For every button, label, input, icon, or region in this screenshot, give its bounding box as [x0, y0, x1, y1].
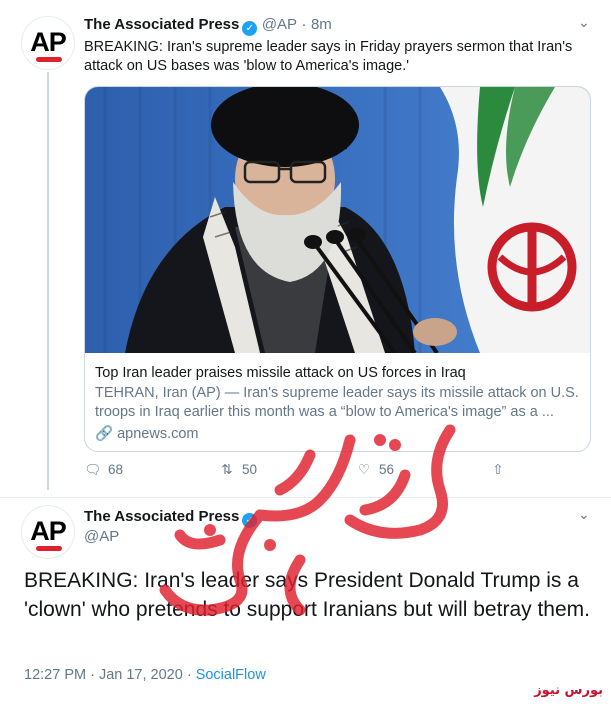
like-button[interactable]: ♡ 56 [355, 462, 394, 478]
thread-line [47, 72, 49, 490]
tweet-meta: 12:27 PM · Jan 17, 2020 · SocialFlow [24, 667, 266, 683]
card-title: Top Iran leader praises missile attack o… [95, 365, 466, 381]
avatar-logo-text: AP [30, 516, 67, 546]
chevron-down-icon[interactable]: ⌄ [578, 506, 590, 523]
retweet-icon: ⇅ [221, 462, 233, 477]
tweet-2-header: The Associated Press ✓ [84, 508, 258, 528]
tweet-1: AP The Associated Press ✓ @AP · 8m ⌄ BREA… [0, 0, 611, 500]
author-handle[interactable]: @AP [262, 16, 297, 33]
link-card[interactable]: Top Iran leader praises missile attack o… [84, 86, 591, 452]
avatar[interactable]: AP [21, 16, 75, 70]
card-domain: 🔗 apnews.com [95, 425, 199, 442]
tweet-source[interactable]: SocialFlow [196, 667, 266, 683]
avatar-logo-bar [36, 57, 62, 62]
verified-badge-icon: ✓ [242, 21, 258, 36]
tweet-2-text: BREAKING: Iran's leader says President D… [24, 569, 590, 621]
chevron-down-icon[interactable]: ⌄ [578, 14, 590, 31]
avatar[interactable]: AP [21, 505, 75, 559]
tweet-1-text: BREAKING: Iran's supreme leader says in … [84, 39, 573, 74]
tweet-1-header: The Associated Press ✓ @AP · 8m [84, 16, 332, 36]
verified-badge-icon: ✓ [242, 513, 258, 528]
dot-separator: · [301, 16, 307, 33]
tweet-divider [0, 497, 611, 498]
retweet-count: 50 [242, 462, 258, 477]
author-name[interactable]: The Associated Press [84, 16, 239, 33]
like-count: 56 [379, 462, 395, 477]
reply-button[interactable]: 🗨 68 [84, 462, 123, 478]
like-icon: ♡ [357, 462, 371, 477]
tweet-timestamp[interactable]: 12:27 PM · Jan 17, 2020 · [24, 667, 196, 683]
reply-icon: 🗨 [84, 462, 102, 477]
avatar-logo-bar [36, 546, 62, 551]
reply-count: 68 [108, 462, 124, 477]
share-button[interactable]: ⇧ [489, 462, 513, 478]
author-handle[interactable]: @AP [84, 528, 119, 545]
retweet-button[interactable]: ⇅ 50 [218, 462, 257, 478]
watermark-corner-text: بورس نیوز [534, 683, 603, 698]
card-description: TEHRAN, Iran (AP) — Iran's supreme leade… [95, 385, 579, 420]
card-domain-text: apnews.com [117, 426, 199, 442]
share-icon: ⇧ [492, 462, 504, 477]
tweet-actions: 🗨 68 ⇅ 50 ♡ 56 ⇧ [0, 462, 611, 484]
card-photo [85, 87, 590, 353]
author-name[interactable]: The Associated Press [84, 508, 239, 525]
link-icon: 🔗 [95, 426, 114, 442]
avatar-logo-text: AP [30, 27, 67, 57]
card-image [85, 87, 590, 353]
tweet-time[interactable]: 8m [311, 16, 332, 33]
